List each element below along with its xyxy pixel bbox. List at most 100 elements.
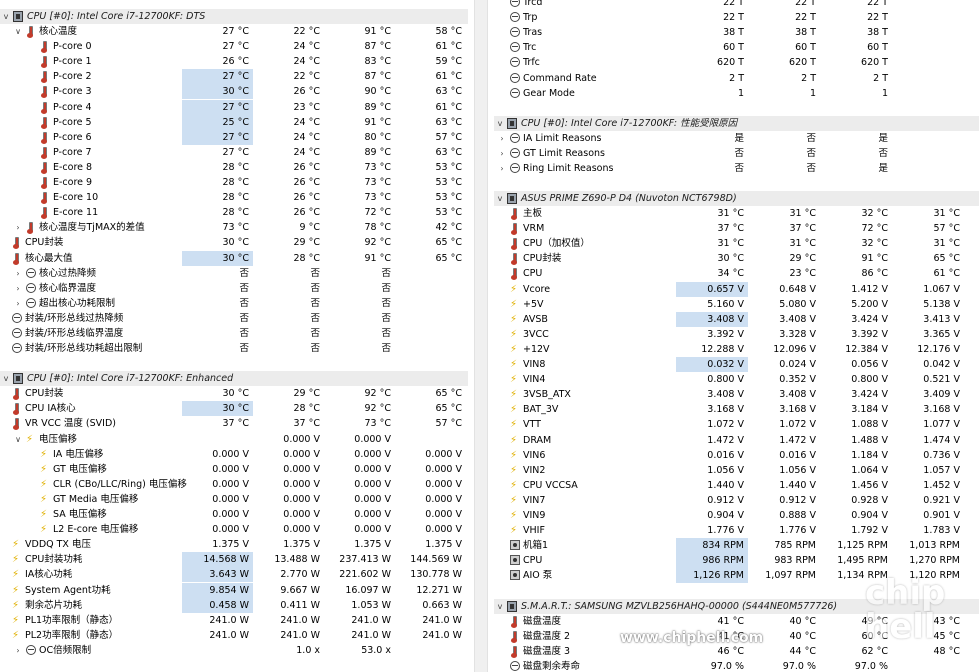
sensor-row[interactable]: CPU VCCSA 1.440 V 1.440 V 1.456 V 1.452 V bbox=[494, 478, 979, 493]
expand-toggle-icon[interactable]: › bbox=[12, 643, 24, 658]
sensor-row[interactable]: ∨ 核心温度 27 °C 22 °C 91 °C 58 °C bbox=[0, 24, 468, 39]
sensor-row[interactable]: System Agent功耗 9.854 W 9.667 W 16.097 W 12.2… bbox=[0, 582, 468, 598]
expand-toggle-icon[interactable]: › bbox=[12, 281, 24, 296]
collapse-toggle-icon[interactable]: ∨ bbox=[12, 24, 24, 39]
sensor-row[interactable]: Vcore 0.657 V 0.648 V 1.412 V 1.067 V bbox=[494, 281, 979, 297]
sensor-row[interactable]: CPU IA核心 30 °C 28 °C 92 °C 65 °C bbox=[0, 401, 468, 417]
sensor-row[interactable]: Tras 38 T 38 T 38 T bbox=[494, 25, 979, 40]
sensor-row[interactable]: CLR (CBo/LLC/Ring) 电压偏移 0.000 V 0.000 V 0.0… bbox=[0, 477, 468, 492]
sensor-row[interactable]: IA 电压偏移 0.000 V 0.000 V 0.000 V 0.000 V bbox=[0, 447, 468, 462]
sensor-row[interactable]: Trc 60 T 60 T 60 T bbox=[494, 40, 979, 55]
collapse-toggle-icon[interactable]: v bbox=[0, 9, 12, 24]
sensor-row[interactable]: › 核心临界温度 否 否 否 bbox=[0, 281, 468, 296]
sensor-row[interactable]: Trfc 620 T 620 T 620 T bbox=[494, 55, 979, 70]
expand-toggle-icon[interactable]: › bbox=[496, 131, 508, 146]
sensor-row[interactable]: PL2功率限制（静态） 241.0 W 241.0 W 241.0 W 241.0 W bbox=[0, 628, 468, 643]
average-value: 61 °C bbox=[933, 268, 961, 280]
sensor-row[interactable]: Trcd 22 T 22 T 22 T bbox=[494, 0, 979, 10]
sensor-row[interactable]: P-core 4 27 °C 23 °C 89 °C 61 °C bbox=[0, 99, 468, 115]
section-header[interactable]: v CPU [#0]: Intel Core i7-12700KF: Enhanc… bbox=[0, 371, 468, 387]
expand-toggle-icon[interactable]: › bbox=[12, 266, 24, 281]
sensor-row[interactable]: AIO 泵 1,126 RPM 1,097 RPM 1,134 RPM 1,120 RP… bbox=[494, 568, 979, 584]
sensor-row[interactable]: P-core 2 27 °C 22 °C 87 °C 61 °C bbox=[0, 69, 468, 85]
sensor-row[interactable]: › 核心温度与TjMAX的差值 73 °C 9 °C 78 °C 42 °C bbox=[0, 220, 468, 235]
sensor-row[interactable]: CPU封装 30 °C 29 °C 91 °C 65 °C bbox=[494, 251, 979, 266]
sensor-row[interactable]: P-core 6 27 °C 24 °C 80 °C 57 °C bbox=[0, 129, 468, 145]
sensor-row[interactable]: 核心最大值 30 °C 28 °C 91 °C 65 °C bbox=[0, 250, 468, 266]
sensor-row[interactable]: E-core 10 28 °C 26 °C 73 °C 53 °C bbox=[0, 190, 468, 205]
sensor-row[interactable]: AVSB 3.408 V 3.408 V 3.424 V 3.413 V bbox=[494, 311, 979, 327]
collapse-toggle-icon[interactable]: v bbox=[0, 371, 12, 386]
sensor-row[interactable]: Gear Mode 1 1 1 bbox=[494, 86, 979, 101]
sensor-row[interactable]: 剩余芯片功耗 0.458 W 0.411 W 1.053 W 0.663 W bbox=[0, 597, 468, 613]
sensor-row[interactable]: VDDQ TX 电压 1.375 V 1.375 V 1.375 V 1.375 V bbox=[0, 537, 468, 552]
collapse-toggle-icon[interactable]: v bbox=[494, 116, 506, 131]
sensor-row[interactable]: 封装/环形总线过热降频 否 否 否 bbox=[0, 311, 468, 326]
sensor-row[interactable]: CPU封装功耗 14.568 W 13.488 W 237.413 W 144.569 … bbox=[0, 552, 468, 568]
sensor-row[interactable]: P-core 5 25 °C 24 °C 91 °C 63 °C bbox=[0, 114, 468, 130]
sensor-row[interactable]: › Ring Limit Reasons 否 否 是 bbox=[494, 161, 979, 176]
sensor-row[interactable]: 机箱1 834 RPM 785 RPM 1,125 RPM 1,013 RPM bbox=[494, 538, 979, 554]
sensor-row[interactable]: › GT Limit Reasons 否 否 否 bbox=[494, 146, 979, 161]
expand-toggle-icon[interactable]: › bbox=[496, 146, 508, 161]
sensor-row[interactable]: CPU 986 RPM 983 RPM 1,495 RPM 1,270 RPM bbox=[494, 553, 979, 569]
sensor-row[interactable]: 封装/环形总线功耗超出限制 否 否 否 bbox=[0, 341, 468, 356]
sensor-row[interactable]: VR VCC 温度 (SVID) 37 °C 37 °C 73 °C 57 °C bbox=[0, 416, 468, 431]
sensor-row[interactable]: 3VSB_ATX 3.408 V 3.408 V 3.424 V 3.409 V bbox=[494, 387, 979, 402]
sensor-row[interactable]: BAT_3V 3.168 V 3.168 V 3.184 V 3.168 V bbox=[494, 402, 979, 417]
sensor-row[interactable]: E-core 8 28 °C 26 °C 73 °C 53 °C bbox=[0, 160, 468, 175]
expand-toggle-icon[interactable]: › bbox=[496, 161, 508, 176]
sensor-row[interactable]: VIN9 0.904 V 0.888 V 0.904 V 0.901 V bbox=[494, 508, 979, 523]
sensor-row[interactable]: GT 电压偏移 0.000 V 0.000 V 0.000 V 0.000 V bbox=[0, 462, 468, 477]
sensor-row[interactable]: CPU（加权值） 31 °C 31 °C 32 °C 31 °C bbox=[494, 236, 979, 251]
section-header[interactable]: v CPU [#0]: Intel Core i7-12700KF: DTS bbox=[0, 9, 468, 24]
sensor-row[interactable]: › 核心过热降频 否 否 否 bbox=[0, 266, 468, 281]
sensor-row[interactable]: CPU封装 30 °C 29 °C 92 °C 65 °C bbox=[0, 386, 468, 401]
collapse-toggle-icon[interactable]: ∨ bbox=[12, 432, 24, 447]
collapse-toggle-icon[interactable]: v bbox=[494, 191, 506, 206]
sensor-row[interactable]: › 超出核心功耗限制 否 否 否 bbox=[0, 296, 468, 311]
sensor-row[interactable]: L2 E-core 电压偏移 0.000 V 0.000 V 0.000 V 0.000… bbox=[0, 522, 468, 537]
collapse-toggle-icon[interactable]: v bbox=[494, 599, 506, 614]
sensor-row[interactable]: DRAM 1.472 V 1.472 V 1.488 V 1.474 V bbox=[494, 433, 979, 448]
sensor-row[interactable]: GT Media 电压偏移 0.000 V 0.000 V 0.000 V 0.000 … bbox=[0, 492, 468, 507]
section-header[interactable]: v CPU [#0]: Intel Core i7-12700KF: 性能受限原因 bbox=[494, 115, 979, 131]
sensor-row[interactable]: VIN6 0.016 V 0.016 V 1.184 V 0.736 V bbox=[494, 448, 979, 463]
sensor-row[interactable]: VIN7 0.912 V 0.912 V 0.928 V 0.921 V bbox=[494, 493, 979, 508]
sensor-row[interactable]: VTT 1.072 V 1.072 V 1.088 V 1.077 V bbox=[494, 417, 979, 432]
sensor-row[interactable]: P-core 0 27 °C 24 °C 87 °C 61 °C bbox=[0, 39, 468, 54]
sensor-row[interactable]: +5V 5.160 V 5.080 V 5.200 V 5.138 V bbox=[494, 297, 979, 312]
sensor-row[interactable]: 3VCC 3.392 V 3.328 V 3.392 V 3.365 V bbox=[494, 327, 979, 342]
sensor-row[interactable]: +12V 12.288 V 12.096 V 12.384 V 12.176 V bbox=[494, 342, 979, 357]
sensor-row[interactable]: › IA Limit Reasons 是 否 是 bbox=[494, 131, 979, 146]
sensor-row[interactable]: P-core 1 26 °C 24 °C 83 °C 59 °C bbox=[0, 54, 468, 69]
sensor-row[interactable]: IA核心功耗 3.643 W 2.770 W 221.602 W 130.778 W bbox=[0, 567, 468, 583]
sensor-row[interactable]: CPU 34 °C 23 °C 86 °C 61 °C bbox=[494, 266, 979, 281]
section-header[interactable]: v S.M.A.R.T.: SAMSUNG MZVLB256HAHQ-00000 … bbox=[494, 598, 979, 614]
expand-toggle-icon[interactable]: › bbox=[12, 296, 24, 311]
sensor-label: 磁盘温度 bbox=[523, 615, 562, 627]
sensor-row[interactable]: VIN8 0.032 V 0.024 V 0.056 V 0.042 V bbox=[494, 357, 979, 372]
sensor-row[interactable]: VHIF 1.776 V 1.776 V 1.792 V 1.783 V bbox=[494, 523, 979, 538]
sensor-row[interactable]: E-core 11 28 °C 26 °C 72 °C 53 °C bbox=[0, 205, 468, 220]
scrollbar[interactable] bbox=[474, 0, 488, 672]
sensor-row[interactable]: 封装/环形总线临界温度 否 否 否 bbox=[0, 326, 468, 341]
sensor-row[interactable]: › OC倍频限制 1.0 x 53.0 x bbox=[0, 643, 468, 658]
sensor-row[interactable]: SA 电压偏移 0.000 V 0.000 V 0.000 V 0.000 V bbox=[0, 507, 468, 522]
sensor-row[interactable]: VIN2 1.056 V 1.056 V 1.064 V 1.057 V bbox=[494, 463, 979, 478]
sensor-row[interactable]: ∨ 电压偏移 0.000 V 0.000 V bbox=[0, 432, 468, 447]
sensor-row[interactable]: 主板 31 °C 31 °C 32 °C 31 °C bbox=[494, 206, 979, 221]
sensor-row[interactable]: VIN4 0.800 V 0.352 V 0.800 V 0.521 V bbox=[494, 372, 979, 387]
expand-toggle-icon[interactable]: › bbox=[12, 220, 24, 235]
sensor-row[interactable]: 磁盘温度 41 °C 40 °C 49 °C 43 °C bbox=[494, 614, 979, 629]
sensor-row[interactable]: PL1功率限制（静态） 241.0 W 241.0 W 241.0 W 241.0 W bbox=[0, 613, 468, 628]
sensor-row[interactable]: VRM 37 °C 37 °C 72 °C 57 °C bbox=[494, 221, 979, 236]
sensor-row[interactable]: E-core 9 28 °C 26 °C 73 °C 53 °C bbox=[0, 175, 468, 190]
sensor-row[interactable]: 磁盘剩余寿命 97.0 % 97.0 % 97.0 % bbox=[494, 659, 979, 672]
sensor-row[interactable]: Command Rate 2 T 2 T 2 T bbox=[494, 71, 979, 86]
sensor-row[interactable]: P-core 3 30 °C 26 °C 90 °C 63 °C bbox=[0, 84, 468, 100]
section-header[interactable]: v ASUS PRIME Z690-P D4 (Nuvoton NCT6798D) bbox=[494, 191, 979, 206]
sensor-row[interactable]: P-core 7 27 °C 24 °C 89 °C 63 °C bbox=[0, 145, 468, 160]
sensor-row[interactable]: Trp 22 T 22 T 22 T bbox=[494, 10, 979, 25]
sensor-row[interactable]: CPU封装 30 °C 29 °C 92 °C 65 °C bbox=[0, 235, 468, 250]
